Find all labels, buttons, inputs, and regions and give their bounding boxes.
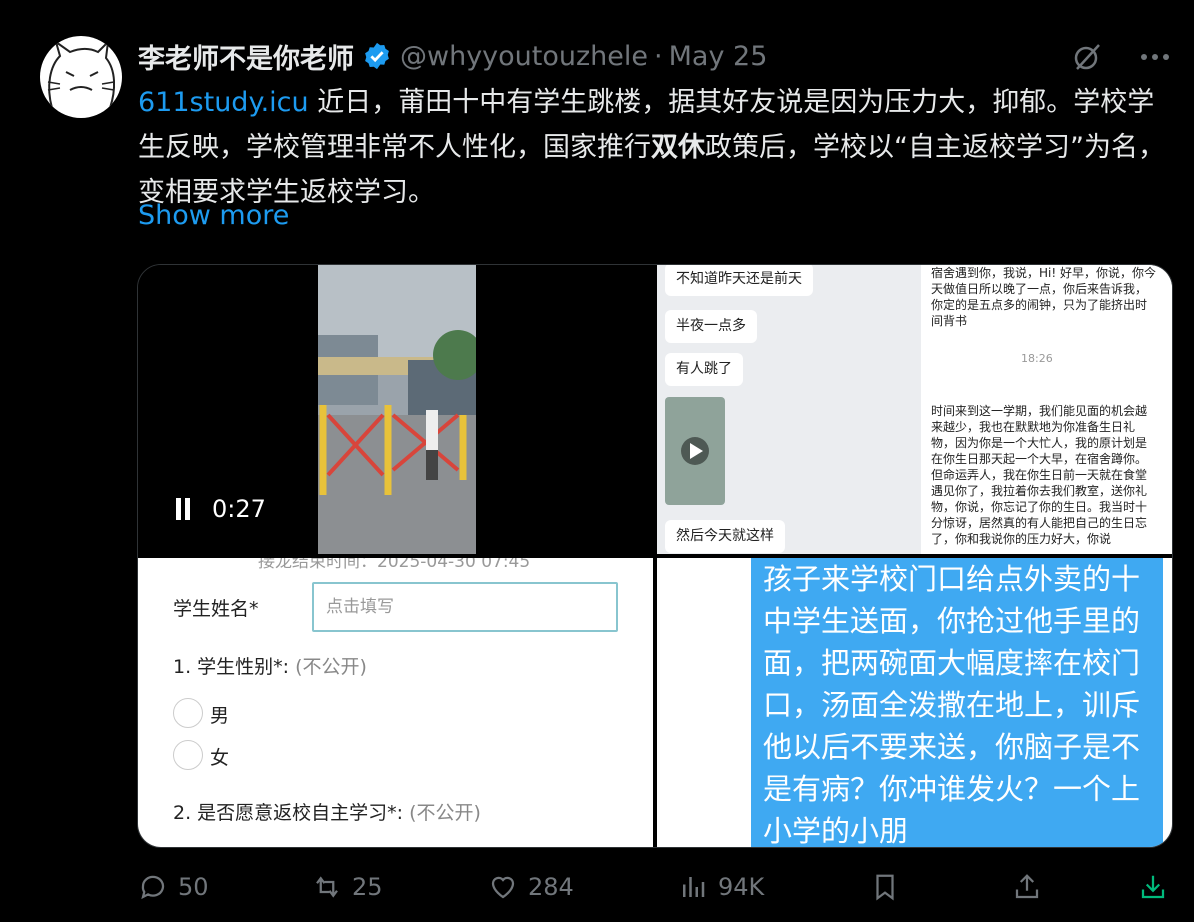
tweet-date[interactable]: May 25 <box>669 41 768 72</box>
bookmark-button[interactable] <box>870 872 900 902</box>
form-name-label: 学生姓名* <box>173 598 259 620</box>
chat-video-thumb <box>665 397 725 505</box>
video-controls: 0:27 <box>174 495 266 523</box>
repost-button[interactable]: 25 <box>312 872 383 902</box>
action-bar: 50 25 284 94K <box>138 872 1178 916</box>
avatar[interactable] <box>40 36 122 118</box>
pause-icon[interactable] <box>174 498 194 520</box>
views-button[interactable]: 94K <box>678 872 764 902</box>
chat-message-body: 时间来到这一学期，我们能见面的机会越来越少，我也在默默地为你准备生日礼物，因为你… <box>931 404 1148 546</box>
chat-timestamp: 18:26 <box>1021 352 1053 365</box>
radio-male <box>173 698 203 728</box>
chat-bubble: 有人跳了 <box>665 353 743 386</box>
tweet-bold-text: 双休 <box>651 132 705 163</box>
bookmark-icon <box>876 874 894 901</box>
verified-badge-icon <box>365 42 389 70</box>
chat-message-top: 宿舍遇到你，我说，Hi! 好早，你说，你今天做值日所以晚了一点，你后来告诉我，你… <box>931 266 1156 328</box>
form-q2: 2. 是否愿意返校自主学习*: <box>173 802 404 824</box>
cat-doodle-icon <box>47 39 116 109</box>
separator-dot: · <box>654 40 663 72</box>
form-q1-note: (不公开) <box>295 656 367 678</box>
text-screenshot-tile[interactable]: 孩子来学校门口给点外卖的十中学生送面，你抢过他手里的面，把两碗面大幅度摔在校门口… <box>657 558 1172 847</box>
like-count: 284 <box>528 873 574 901</box>
top-actions <box>1068 38 1174 76</box>
form-name-input: 点击填写 <box>312 582 618 632</box>
blue-message-text: 孩子来学校门口给点外卖的十中学生送面，你抢过他手里的面，把两碗面大幅度摔在校门口… <box>763 562 1141 847</box>
chat-right: 宿舍遇到你，我说，Hi! 好早，你说，你今天做值日所以晚了一点，你后来告诉我，你… <box>921 265 1172 554</box>
grok-icon[interactable] <box>1068 38 1106 76</box>
chat-bubble: 然后今天就这样 <box>665 520 785 553</box>
like-button[interactable]: 284 <box>488 872 574 902</box>
radio-female-label: 女 <box>210 747 230 769</box>
more-options-icon[interactable] <box>1136 38 1174 76</box>
video-tile[interactable]: 0:27 <box>138 265 653 554</box>
video-time: 0:27 <box>212 495 266 523</box>
video-frame <box>318 265 483 554</box>
chat-screenshot-tile[interactable]: 不知道昨天还是前天 半夜一点多 有人跳了 然后今天就这样 宿舍遇到你，我说，Hi… <box>657 265 1172 554</box>
form-deadline: 接龙结束时间：2025-04-30 07:45 <box>258 558 531 572</box>
form-q2-note: (不公开) <box>409 802 481 824</box>
author-handle[interactable]: @whyyoutouzhele <box>400 41 648 72</box>
tweet-link[interactable]: 611study.icu <box>138 87 309 118</box>
radio-female <box>173 740 203 770</box>
repost-count: 25 <box>352 873 383 901</box>
repost-icon <box>316 876 338 898</box>
download-button[interactable] <box>1138 872 1168 902</box>
views-count: 94K <box>718 873 765 901</box>
tweet-header: 李老师不是你老师 @whyyoutouzhele · May 25 <box>138 36 767 76</box>
share-icon <box>1015 874 1039 899</box>
show-more-link[interactable]: Show more <box>138 200 289 231</box>
share-button[interactable] <box>1012 872 1042 902</box>
form-q1: 1. 学生性别*: <box>173 656 290 678</box>
radio-male-label: 男 <box>210 705 230 727</box>
heart-icon <box>491 876 515 899</box>
reply-icon <box>141 875 165 900</box>
reply-button[interactable]: 50 <box>138 872 209 902</box>
views-icon <box>683 877 705 897</box>
form-screenshot-tile[interactable]: 接龙结束时间：2025-04-30 07:45 学生姓名* 点击填写 1. 学生… <box>138 558 653 847</box>
download-icon <box>1141 875 1165 899</box>
chat-bubble: 半夜一点多 <box>665 310 757 343</box>
blue-message-panel: 孩子来学校门口给点外卖的十中学生送面，你抢过他手里的面，把两碗面大幅度摔在校门口… <box>751 558 1163 847</box>
chat-bubble: 不知道昨天还是前天 <box>665 265 813 296</box>
media-grid: 0:27 不知道昨天还是前天 半夜一点多 有人跳了 然后今天就这样 宿舍遇到你，… <box>137 264 1173 848</box>
tweet-body: 611study.icu 近日，莆田十中有学生跳楼，据其好友说是因为压力大，抑郁… <box>138 80 1178 215</box>
reply-count: 50 <box>178 873 209 901</box>
chat-left: 不知道昨天还是前天 半夜一点多 有人跳了 然后今天就这样 <box>657 265 917 554</box>
author-name[interactable]: 李老师不是你老师 <box>138 37 354 76</box>
